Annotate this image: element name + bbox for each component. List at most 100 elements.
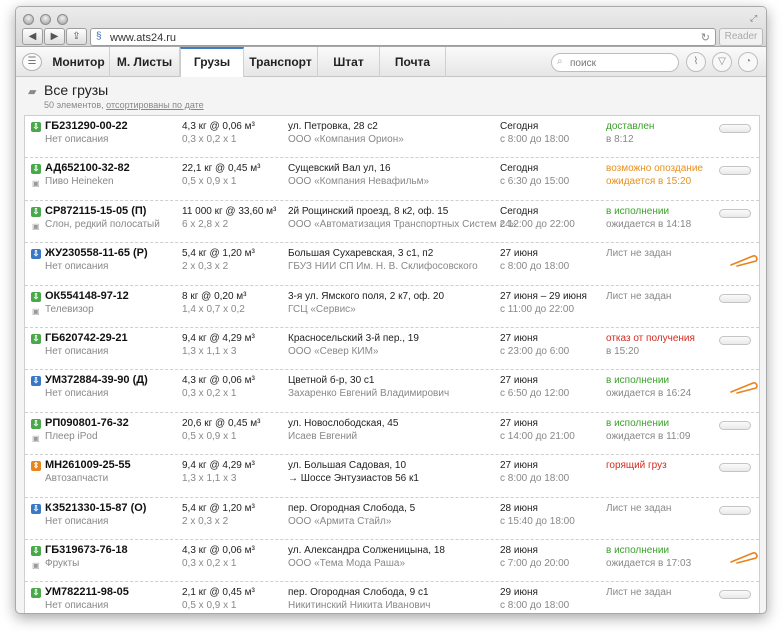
url-text: www.ats24.ru <box>110 32 177 44</box>
delivery-date: Сегодня <box>500 121 539 132</box>
table-row[interactable]: ⇩ УМ372884-39-90 (Д) Нет описания 4,3 кг @ … <box>25 370 759 413</box>
cargo-id[interactable]: ГБ319673-76-18 <box>45 544 128 556</box>
tab-2[interactable]: Грузы <box>180 47 244 77</box>
camera-icon[interactable]: ▣ <box>32 307 40 316</box>
table-row[interactable]: ⇩ ▣ РП090801-76-32 Плеер iPod 20,6 кг @ 0,45… <box>25 413 759 456</box>
tab-1[interactable]: М. Листы <box>110 47 180 77</box>
tab-3[interactable]: Транспорт <box>244 47 318 77</box>
tab-0[interactable]: Монитор <box>48 47 110 77</box>
tab-4[interactable]: Штат <box>318 47 380 77</box>
gauge-icon[interactable]: ◔ <box>738 52 758 72</box>
recipient-name: ООО «Автоматизация Транспортных Систем 2… <box>288 218 517 230</box>
delivery-address: ул. Большая Садовая, 10 <box>288 460 407 472</box>
assign-toggle[interactable] <box>719 124 751 133</box>
menu-list-icon[interactable]: ☰ <box>22 53 42 71</box>
status-text: Лист не задан <box>606 290 672 302</box>
table-row[interactable]: ⇩ ▣ СР872115-15-05 (П) Слон, редкий полосат… <box>25 201 759 244</box>
paperclip-icon[interactable] <box>729 253 759 267</box>
cargo-id[interactable]: ЖУ230558-11-65 (Р) <box>45 247 148 259</box>
table-row[interactable]: ⇩ ЖУ230558-11-65 (Р) Нет описания 5,4 кг @ … <box>25 243 759 286</box>
delivery-date: Сегодня <box>500 205 539 217</box>
camera-icon[interactable]: ▣ <box>32 222 40 231</box>
cargo-id[interactable]: РП090801-76-32 <box>45 417 129 429</box>
cargo-id[interactable]: ГБ620742-29-21 <box>45 332 128 344</box>
assign-toggle[interactable] <box>719 335 751 345</box>
assign-toggle[interactable] <box>719 505 751 515</box>
camera-icon[interactable]: ▣ <box>32 179 40 188</box>
delivery-address: Цветной б-р, 30 с1 <box>288 375 375 387</box>
cargo-weight-volume: 4,3 кг @ 0,06 м³ <box>182 121 255 132</box>
tab-5[interactable]: Почта <box>380 47 446 77</box>
assign-toggle[interactable] <box>719 590 751 600</box>
close-window-icon[interactable] <box>23 14 34 25</box>
table-row[interactable]: ⇩ ГБ620742-29-21 Нет описания 9,4 кг @ 4,29… <box>25 328 759 371</box>
cargo-weight-volume: 9,4 кг @ 4,29 м³ <box>182 460 255 472</box>
cargo-weight-volume: 4,3 кг @ 0,06 м³ <box>182 375 255 387</box>
fullscreen-icon[interactable]: ⤢ <box>750 13 760 23</box>
camera-icon[interactable]: ▣ <box>32 561 40 570</box>
delivery-date: 28 июня <box>500 544 538 556</box>
cargo-dimensions: 1,3 x 1,1 x 3 <box>182 345 237 357</box>
paperclip-icon[interactable] <box>729 380 759 395</box>
minimize-window-icon[interactable] <box>40 14 51 25</box>
cargo-weight-volume: 9,4 кг @ 4,29 м³ <box>182 332 255 344</box>
delivery-window: с 12:00 до 22:00 <box>500 218 575 230</box>
cargo-dimensions: 0,5 x 0,9 x 1 <box>182 600 237 612</box>
filter-icon[interactable]: ▽ <box>712 52 732 72</box>
cargo-id[interactable]: ОК554148-97-12 <box>45 290 129 302</box>
search-input[interactable] <box>570 56 670 70</box>
delivery-window: с 14:00 до 21:00 <box>500 430 575 442</box>
table-row[interactable]: ⇩ ▣ ГБ319673-76-18 Фрукты 4,3 кг @ 0,06 м³ 0,… <box>25 540 759 583</box>
status-text: горящий груз <box>606 460 667 472</box>
status-text: отказ от получения <box>606 332 695 344</box>
delivery-date: Сегодня <box>500 163 539 175</box>
cargo-id[interactable]: УМ372884-39-90 (Д) <box>45 374 148 386</box>
cargo-id[interactable]: СР872115-15-05 (П) <box>45 205 146 217</box>
cargo-weight-volume: 5,4 кг @ 1,20 м³ <box>182 502 255 514</box>
share-button[interactable]: ⇪ <box>66 28 87 45</box>
paperclip-icon[interactable] <box>729 550 759 564</box>
window-controls <box>23 14 68 25</box>
paperclip-icon[interactable]: ⌇ <box>686 52 706 72</box>
table-row[interactable]: ⇩ УМ782211-98-05 Нет описания 2,1 кг @ 0,45… <box>25 582 759 613</box>
cargo-id[interactable]: ГБ231290-00-22 <box>45 120 128 132</box>
cargo-weight-volume: 4,3 кг @ 0,06 м³ <box>182 544 255 556</box>
table-row[interactable]: ⇩ ▣ ОК554148-97-12 Телевизор 8 кг @ 0,20 м³ 1… <box>25 286 759 328</box>
status-detail: в 15:20 <box>606 345 640 357</box>
table-row[interactable]: ⇩ ГБ231290-00-22 Нет описания 4,3 кг @ 0,06… <box>25 116 759 159</box>
assign-toggle[interactable] <box>719 420 751 430</box>
assign-toggle[interactable] <box>719 166 751 176</box>
reload-icon[interactable]: ↻ <box>701 31 710 44</box>
back-button[interactable]: ◀ <box>22 28 43 45</box>
table-row[interactable]: ⇕ МН261009-25-55 Автозапчасти 9,4 кг @ 4,29… <box>25 455 759 498</box>
cargo-id[interactable]: МН261009-25-55 <box>45 459 131 471</box>
cargo-weight-volume: 20,6 кг @ 0,45 м³ <box>182 417 261 429</box>
camera-icon[interactable]: ▣ <box>32 434 40 443</box>
reader-button[interactable]: Reader <box>719 28 763 46</box>
delivery-window: с 8:00 до 18:00 <box>500 473 570 485</box>
status-detail: ожидается в 11:09 <box>606 430 691 442</box>
status-text: доставлен <box>606 121 655 132</box>
recipient-name: → Шоссе Энтузиастов 56 к1 <box>288 473 419 485</box>
delivery-window: с 7:00 до 20:00 <box>500 557 570 569</box>
table-row[interactable]: ⇩ ▣ АД652100-32-82 Пиво Heineken 22,1 кг @ 0… <box>25 158 759 201</box>
delivery-date: 29 июня <box>500 587 538 599</box>
cargo-dimensions: 1,4 x 0,7 x 0,2 <box>182 303 245 315</box>
zoom-window-icon[interactable] <box>57 14 68 25</box>
delivery-address: ул. Новослободская, 45 <box>288 417 399 429</box>
browser-window: ⤢ ◀ ▶ ⇪ § www.ats24.ru ↻ Reader ☰ Монито… <box>15 6 767 614</box>
assign-toggle[interactable] <box>719 208 751 218</box>
address-bar[interactable]: § www.ats24.ru ↻ <box>90 28 716 46</box>
title-bar: ⤢ ◀ ▶ ⇪ § www.ats24.ru ↻ Reader <box>16 7 766 47</box>
table-row[interactable]: ⇩ КЗ521330-15-87 (О) Нет описания 5,4 кг @ … <box>25 498 759 540</box>
assign-toggle[interactable] <box>719 463 751 473</box>
cargo-description: Пиво Heineken <box>45 176 114 188</box>
assign-toggle[interactable] <box>719 293 751 303</box>
cargo-id[interactable]: УМ782211-98-05 <box>45 586 129 598</box>
cargo-id[interactable]: КЗ521330-15-87 (О) <box>45 502 146 514</box>
cargo-id[interactable]: АД652100-32-82 <box>45 162 130 174</box>
cargo-dimensions: 2 x 0,3 x 2 <box>182 261 229 273</box>
sort-link[interactable]: отсортированы по дате <box>106 100 204 110</box>
delivery-address: Большая Сухаревская, 3 с1, п2 <box>288 248 434 260</box>
forward-button[interactable]: ▶ <box>44 28 65 45</box>
